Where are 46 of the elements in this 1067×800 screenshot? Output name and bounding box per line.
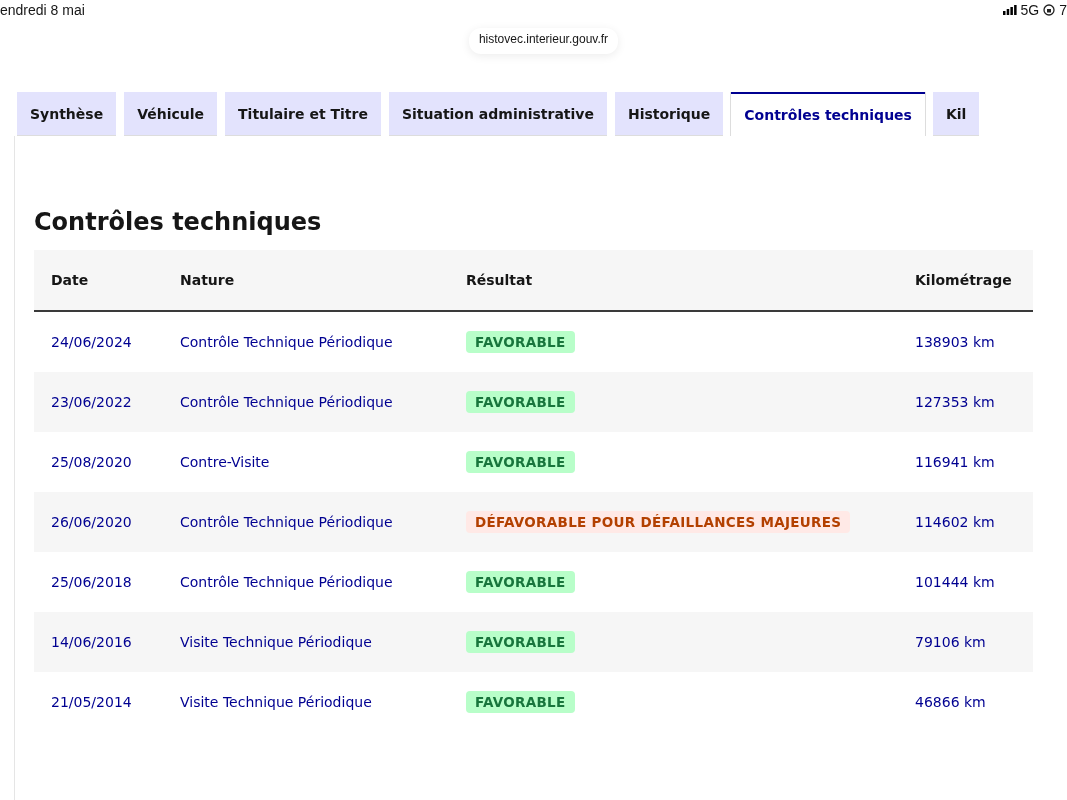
nature-cell-text: Contrôle Technique Périodique <box>180 394 394 410</box>
column-header: Kilométrage <box>915 272 1013 288</box>
signal-icon <box>1002 5 1017 15</box>
tab[interactable]: Titulaire et Titre <box>225 92 381 136</box>
date-cell-text: 25/06/2018 <box>50 574 133 590</box>
nature-cell-text: Contrôle Technique Périodique <box>180 514 394 530</box>
result-badge: FAVORABLE <box>466 631 575 653</box>
mileage-cell-text: 46866 km <box>915 694 987 710</box>
tab[interactable]: Historique <box>614 92 724 136</box>
date-cell-text: 23/06/2022 <box>50 394 133 410</box>
mileage-cell-text: 101444 km <box>915 574 996 590</box>
url-bar[interactable]: histovec.interieur.gouv.fr <box>468 28 619 54</box>
column-header: Résultat <box>466 272 534 288</box>
result-badge: FAVORABLE <box>466 331 575 353</box>
section-title: Contrôles techniques <box>34 208 323 236</box>
mileage-cell-text: 127353 km <box>915 394 996 410</box>
date-cell-text: 24/06/2024 <box>50 334 133 350</box>
nature-cell-text: Visite Technique Périodique <box>180 694 373 710</box>
tab[interactable]: Synthèse <box>17 92 117 136</box>
mileage-cell-text: 116941 km <box>915 454 996 470</box>
tab[interactable]: Situation administrative <box>388 92 607 136</box>
network-label: 5G <box>1020 2 1040 18</box>
date-cell-text: 25/08/2020 <box>50 454 133 470</box>
result-badge: FAVORABLE <box>466 571 575 593</box>
nature-cell-text: Contrôle Technique Périodique <box>180 334 394 350</box>
mileage-cell-text: 79106 km <box>915 634 987 650</box>
nature-cell-text: Contre-Visite <box>180 454 271 470</box>
tab[interactable]: Contrôles techniques <box>731 92 925 136</box>
status-date: endredi 8 mai <box>0 2 85 18</box>
date-cell-text: 14/06/2016 <box>50 634 133 650</box>
tab[interactable]: Véhicule <box>124 92 218 136</box>
column-header: Nature <box>180 272 236 288</box>
mileage-cell-text: 114602 km <box>915 514 996 530</box>
nature-cell-text: Contrôle Technique Périodique <box>180 574 394 590</box>
column-header: Date <box>50 272 90 288</box>
result-badge: DÉFAVORABLE POUR DÉFAILLANCES MAJEURES <box>466 511 851 533</box>
date-cell-text: 21/05/2014 <box>50 694 133 710</box>
rotation-lock-icon <box>1043 4 1056 16</box>
result-badge: FAVORABLE <box>466 391 575 413</box>
battery-percent: 7 <box>1059 2 1067 18</box>
result-badge: FAVORABLE <box>466 451 575 473</box>
result-badge: FAVORABLE <box>466 691 575 713</box>
mileage-cell-text: 138903 km <box>915 334 996 350</box>
nature-cell-text: Visite Technique Périodique <box>180 634 373 650</box>
date-cell-text: 26/06/2020 <box>50 514 133 530</box>
tab[interactable]: Kil <box>932 92 980 136</box>
